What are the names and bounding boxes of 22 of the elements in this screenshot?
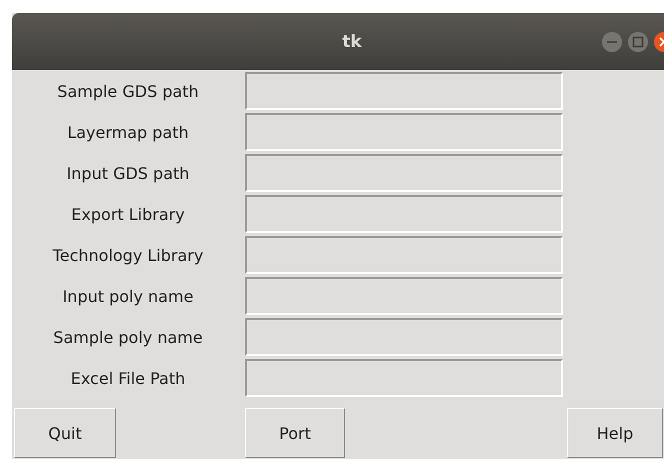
input-field[interactable]	[245, 236, 563, 274]
field-label: Export Library	[70, 204, 186, 226]
field-label: Input GDS path	[66, 162, 190, 184]
field-label: Excel File Path	[70, 368, 186, 390]
field-label: Input poly name	[62, 286, 194, 308]
port-button[interactable]: Port	[245, 408, 345, 458]
input-field[interactable]	[245, 359, 563, 397]
field-label: Technology Library	[52, 244, 204, 266]
input-field[interactable]	[245, 72, 563, 110]
input-field[interactable]	[245, 277, 563, 315]
field-label: Sample poly name	[52, 326, 204, 348]
input-field[interactable]	[245, 154, 563, 192]
maximize-icon[interactable]	[628, 32, 648, 52]
window-title: tk	[342, 32, 362, 52]
help-button[interactable]: Help	[567, 408, 663, 458]
input-field[interactable]	[245, 318, 563, 356]
minimize-icon[interactable]	[602, 32, 622, 52]
input-field[interactable]	[245, 113, 563, 151]
field-label: Layermap path	[66, 122, 190, 144]
field-label: Sample GDS path	[56, 80, 200, 102]
input-field[interactable]	[245, 195, 563, 233]
quit-button[interactable]: Quit	[14, 408, 116, 458]
